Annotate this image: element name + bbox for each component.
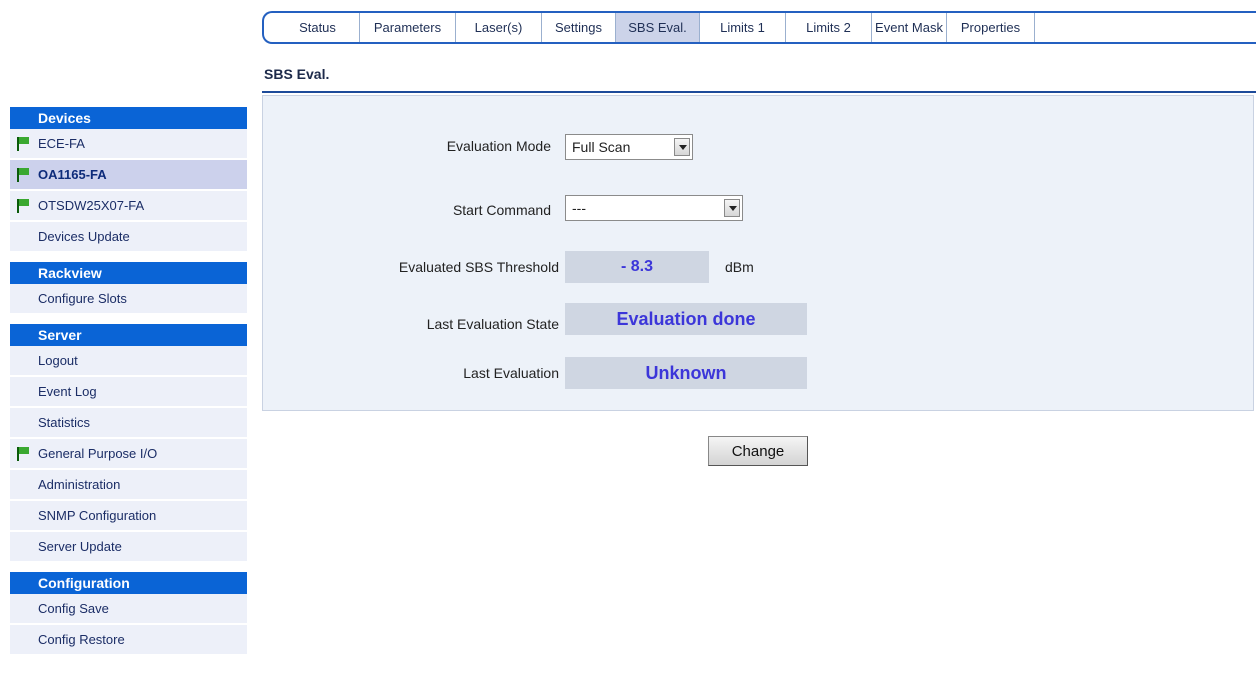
sidebar-item-devices-update[interactable]: Devices Update [10,222,247,253]
green-flag-icon [17,168,31,182]
page-title: SBS Eval. [264,66,330,82]
sidebar-item-logout[interactable]: Logout [10,346,247,377]
tab-limits-1[interactable]: Limits 1 [700,13,786,42]
tab-limits-2[interactable]: Limits 2 [786,13,872,42]
sidebar-item-oa1165-fa[interactable]: OA1165-FA [10,160,247,191]
tab-settings[interactable]: Settings [542,13,616,42]
title-divider [262,91,1256,93]
green-flag-icon [17,447,31,461]
sidebar-item-snmp-configuration[interactable]: SNMP Configuration [10,501,247,532]
last-evaluation-label: Last Evaluation [463,365,559,381]
sidebar-item-ece-fa[interactable]: ECE-FA [10,129,247,160]
start-command-value: --- [572,200,586,216]
tab-bar: Status Parameters Laser(s) Settings SBS … [262,11,1256,44]
chevron-down-icon [724,199,740,217]
chevron-down-icon [674,138,690,156]
tab-sbs-eval[interactable]: SBS Eval. [616,13,700,42]
sidebar-item-otsdw25x07-fa[interactable]: OTSDW25X07-FA [10,191,247,222]
last-evaluation-state-value: Evaluation done [565,303,807,335]
sidebar-header-devices: Devices [10,107,247,129]
evaluation-mode-value: Full Scan [572,139,631,155]
tab-status[interactable]: Status [276,13,360,42]
change-button[interactable]: Change [708,436,808,466]
sidebar-item-label: OA1165-FA [38,167,107,182]
evaluation-mode-select[interactable]: Full Scan [565,134,693,160]
sidebar-item-label: OTSDW25X07-FA [38,198,145,213]
sidebar: Devices ECE-FA OA1165-FA OTSDW25X07-FA D… [10,107,247,656]
start-command-select[interactable]: --- [565,195,743,221]
sidebar-header-rackview: Rackview [10,262,247,284]
sidebar-item-event-log[interactable]: Event Log [10,377,247,408]
start-command-label: Start Command [452,202,551,218]
sbs-threshold-value: - 8.3 [565,251,709,283]
sidebar-header-configuration: Configuration [10,572,247,594]
sidebar-item-configure-slots[interactable]: Configure Slots [10,284,247,315]
sbs-threshold-label: Evaluated SBS Threshold [398,259,559,275]
sidebar-item-label: General Purpose I/O [38,446,158,461]
sidebar-item-general-purpose-io[interactable]: General Purpose I/O [10,439,247,470]
tab-lasers[interactable]: Laser(s) [456,13,542,42]
last-evaluation-state-label: Last Evaluation State [426,316,559,332]
sbs-eval-panel: Evaluation Mode Full Scan Start Command … [262,95,1254,411]
sidebar-header-server: Server [10,324,247,346]
sidebar-item-administration[interactable]: Administration [10,470,247,501]
tab-properties[interactable]: Properties [947,13,1035,42]
sbs-threshold-unit: dBm [725,259,754,275]
tab-parameters[interactable]: Parameters [360,13,456,42]
tab-bar-filler [1035,13,1256,42]
sidebar-item-label: ECE-FA [38,136,85,151]
green-flag-icon [17,137,31,151]
sidebar-item-config-save[interactable]: Config Save [10,594,247,625]
green-flag-icon [17,199,31,213]
sidebar-item-statistics[interactable]: Statistics [10,408,247,439]
tab-event-mask[interactable]: Event Mask [872,13,947,42]
sidebar-item-config-restore[interactable]: Config Restore [10,625,247,656]
sidebar-item-server-update[interactable]: Server Update [10,532,247,563]
evaluation-mode-label: Evaluation Mode [446,138,551,154]
last-evaluation-value: Unknown [565,357,807,389]
